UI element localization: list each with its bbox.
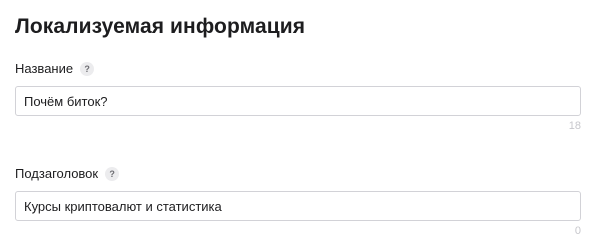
subtitle-char-count: 0 <box>574 225 581 237</box>
section-title: Локализуемая информация <box>15 15 306 38</box>
subtitle-field-label-row: Подзаголовок ? <box>15 166 120 181</box>
subtitle-input[interactable] <box>15 191 581 221</box>
name-field-label-row: Название ? <box>15 61 95 76</box>
name-char-count: 18 <box>568 120 581 132</box>
subtitle-field-label: Подзаголовок <box>15 166 99 181</box>
help-icon[interactable]: ? <box>80 61 95 76</box>
help-icon[interactable]: ? <box>105 166 120 181</box>
name-field-label: Название <box>15 61 74 76</box>
name-input[interactable] <box>15 86 581 116</box>
